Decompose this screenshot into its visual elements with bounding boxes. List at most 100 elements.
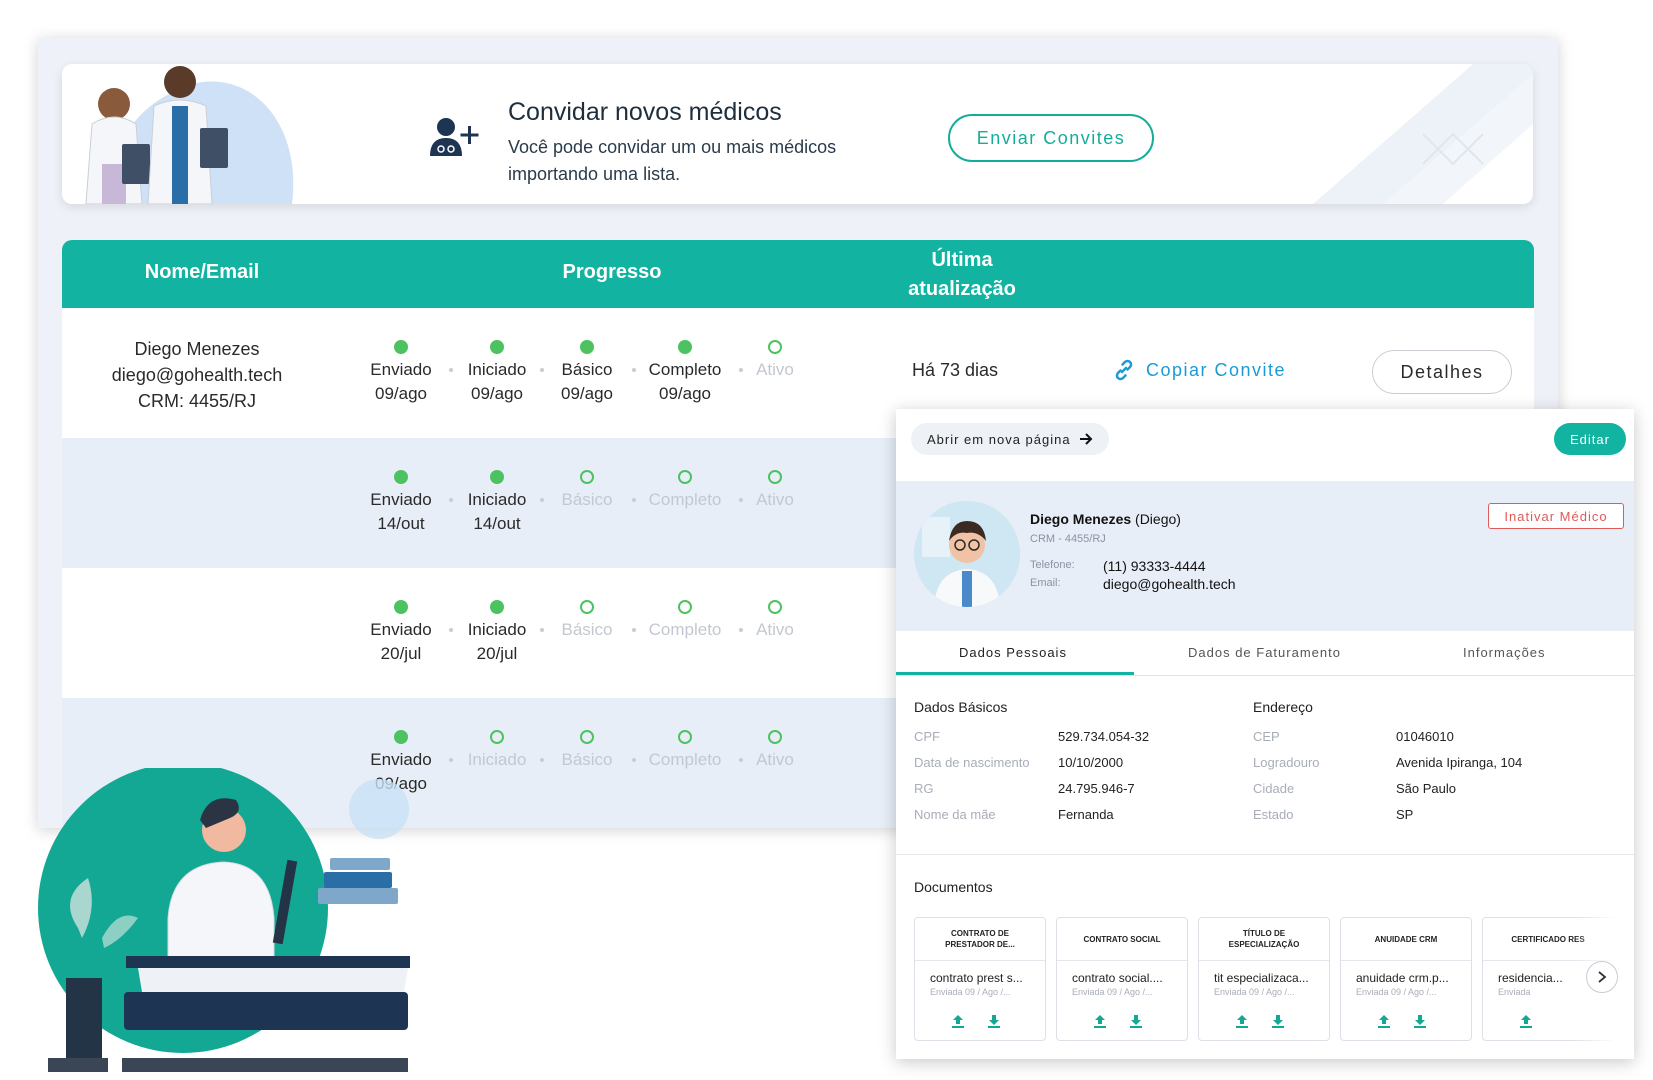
basic-data-title: Dados Básicos — [914, 699, 1008, 715]
step-date: 09/ago — [471, 384, 523, 403]
step-label: Ativo — [756, 490, 794, 509]
copy-invite-label: Copiar Convite — [1146, 359, 1287, 380]
document-file: contrato prest s... — [930, 971, 1023, 985]
step-label: Iniciado — [467, 490, 527, 509]
document-file: tit especializaca... — [1214, 971, 1309, 985]
document-card[interactable]: CONTRATO SOCIAL contrato social.... Envi… — [1056, 917, 1188, 1041]
copy-invite-link[interactable]: Copiar Convite — [1112, 358, 1286, 382]
header-progress: Progresso — [562, 261, 662, 283]
progress-step: Iniciado 20/jul — [447, 600, 547, 666]
step-label: Iniciado — [467, 750, 527, 769]
progress-step: Completo — [635, 600, 735, 642]
chevron-right-icon — [1598, 971, 1607, 983]
upload-icon[interactable] — [1519, 1014, 1533, 1028]
step-done-dot — [490, 600, 504, 614]
profile-crm: CRM - 4455/RJ — [1030, 533, 1106, 545]
envelope-decoration — [1313, 64, 1533, 204]
download-icon[interactable] — [987, 1014, 1001, 1028]
cep-label: CEP — [1253, 729, 1280, 744]
download-icon[interactable] — [1129, 1014, 1143, 1028]
phone-label: Telefone: — [1030, 559, 1075, 571]
step-label: Completo — [648, 750, 722, 769]
upload-icon[interactable] — [1235, 1014, 1249, 1028]
profile-header: Diego Menezes (Diego) CRM - 4455/RJ Tele… — [896, 481, 1634, 631]
document-title: TÍTULO DE ESPECIALIZAÇÃO — [1199, 918, 1329, 961]
email-label: Email: — [1030, 577, 1061, 589]
step-done-dot — [580, 340, 594, 354]
doctor-crm: CRM: 4455/RJ — [137, 391, 257, 411]
progress-step: Básico — [537, 470, 637, 512]
mother-value: Fernanda — [1058, 807, 1114, 822]
invite-description: Você pode convidar um ou mais médicos im… — [508, 137, 837, 184]
doctor-name: Diego Menezes — [134, 339, 260, 359]
profile-name-line: Diego Menezes (Diego) — [1030, 511, 1181, 527]
section-divider — [896, 854, 1634, 855]
step-pending-dot — [768, 470, 782, 484]
step-pending-dot — [580, 470, 594, 484]
step-label: Ativo — [756, 620, 794, 639]
step-pending-dot — [490, 730, 504, 744]
step-date: 14/out — [473, 514, 521, 533]
state-value: SP — [1396, 807, 1414, 822]
progress-step: Ativo — [725, 340, 825, 382]
edit-button[interactable]: Editar — [1554, 423, 1626, 455]
step-pending-dot — [768, 340, 782, 354]
progress-step: Completo 09/ago — [635, 340, 735, 406]
document-card[interactable]: TÍTULO DE ESPECIALIZAÇÃO tit especializa… — [1198, 917, 1330, 1041]
rg-value: 24.795.946-7 — [1058, 781, 1135, 796]
document-card[interactable]: CONTRATO DE PRESTADOR DE... contrato pre… — [914, 917, 1046, 1041]
tab-personal-data[interactable]: Dados Pessoais — [959, 645, 1067, 660]
upload-icon[interactable] — [1377, 1014, 1391, 1028]
document-file: contrato social.... — [1072, 971, 1163, 985]
step-pending-dot — [678, 470, 692, 484]
step-date: 14/out — [377, 514, 425, 533]
document-sent-date: Enviada 09 / Ago /... — [1072, 987, 1153, 997]
progress-step: Enviado 09/ago — [351, 340, 451, 406]
document-title: ANUIDADE CRM — [1341, 918, 1471, 961]
step-label: Enviado — [370, 360, 432, 379]
header-last-update: Última atualização — [908, 249, 1016, 300]
send-invites-button[interactable]: Enviar Convites — [948, 114, 1154, 162]
download-icon[interactable] — [1413, 1014, 1427, 1028]
step-label: Completo — [648, 620, 722, 639]
step-done-dot — [490, 340, 504, 354]
step-label: Básico — [561, 620, 613, 639]
active-tab-indicator — [896, 672, 1134, 675]
step-pending-dot — [678, 730, 692, 744]
step-date: 09/ago — [561, 384, 613, 403]
progress-step: Ativo — [725, 730, 825, 772]
step-done-dot — [490, 470, 504, 484]
progress-step: Iniciado 09/ago — [447, 340, 547, 406]
document-sent-date: Enviada 09 / Ago /... — [1214, 987, 1295, 997]
document-card[interactable]: ANUIDADE CRM anuidade crm.p... Enviada 0… — [1340, 917, 1472, 1041]
tab-information[interactable]: Informações — [1463, 645, 1546, 660]
step-date: 09/ago — [659, 384, 711, 403]
document-title: CONTRATO SOCIAL — [1057, 918, 1187, 961]
detail-tabs: Dados Pessoais Dados de Faturamento Info… — [896, 631, 1634, 676]
step-done-dot — [394, 600, 408, 614]
doctor-avatar-icon — [914, 501, 1020, 607]
step-pending-dot — [768, 730, 782, 744]
step-label: Ativo — [756, 750, 794, 769]
progress-step: Iniciado — [447, 730, 547, 772]
step-label: Enviado — [370, 490, 432, 509]
documents-next-button[interactable] — [1586, 961, 1618, 993]
upload-icon[interactable] — [1093, 1014, 1107, 1028]
doctors-illustration — [85, 66, 294, 204]
doctor-email: diego@gohealth.tech — [111, 365, 283, 385]
details-button[interactable]: Detalhes — [1372, 350, 1512, 394]
upload-icon[interactable] — [951, 1014, 965, 1028]
document-file: anuidade crm.p... — [1356, 971, 1449, 985]
inactivate-doctor-button[interactable]: Inativar Médico — [1488, 503, 1624, 529]
step-done-dot — [394, 470, 408, 484]
step-date: 20/jul — [380, 644, 422, 663]
step-done-dot — [394, 730, 408, 744]
step-label: Completo — [648, 360, 722, 379]
invite-card: Convidar novos médicos Você pode convida… — [62, 64, 1533, 204]
download-icon[interactable] — [1271, 1014, 1285, 1028]
tab-billing-data[interactable]: Dados de Faturamento — [1188, 645, 1341, 660]
step-label: Iniciado — [467, 360, 527, 379]
progress-step: Básico 09/ago — [537, 340, 637, 406]
open-new-page-button[interactable]: Abrir em nova página — [911, 423, 1109, 455]
doctor-at-desk-illustration — [38, 768, 410, 1072]
